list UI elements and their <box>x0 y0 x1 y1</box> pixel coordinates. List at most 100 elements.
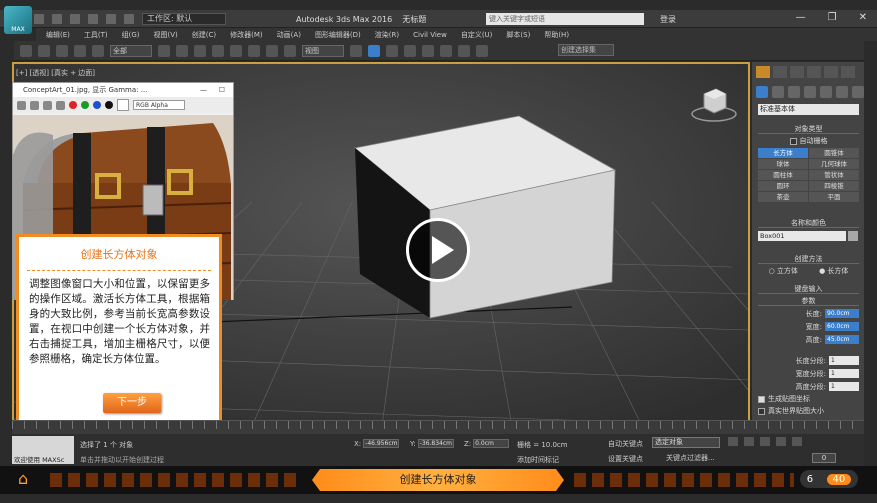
rect-selection-icon[interactable] <box>194 44 206 57</box>
object-name-input[interactable]: Box001 <box>758 231 846 241</box>
lights-icon[interactable] <box>788 86 800 98</box>
workspace-select[interactable]: 工作区: 默认 <box>142 13 226 25</box>
save-icon[interactable] <box>70 14 80 24</box>
percent-snap-icon[interactable] <box>440 44 452 57</box>
play-icon[interactable] <box>760 437 770 446</box>
creation-method-header[interactable]: 创建方法 <box>758 254 859 264</box>
open-file-icon[interactable] <box>52 14 62 24</box>
menu-create[interactable]: 创建(C) <box>192 30 216 40</box>
object-color-swatch[interactable] <box>848 231 858 241</box>
close-button[interactable]: ✕ <box>859 12 867 23</box>
next-step-button[interactable]: 下一步 <box>103 393 161 413</box>
gen-map-coords-checkbox[interactable]: 生成贴图坐标 <box>758 394 859 404</box>
z-input[interactable]: 0.0cm <box>473 439 510 448</box>
go-to-start-icon[interactable] <box>728 437 738 446</box>
parameters-header[interactable]: 参数 <box>758 296 859 306</box>
hierarchy-tab-icon[interactable] <box>790 66 804 78</box>
autogrid-checkbox[interactable]: 自动栅格 <box>758 136 859 146</box>
length-segs-input[interactable]: 1 <box>829 356 859 365</box>
window-crossing-icon[interactable] <box>212 44 224 57</box>
menu-group[interactable]: 组(G) <box>122 30 140 40</box>
go-to-end-icon[interactable] <box>792 437 802 446</box>
angle-snap-icon[interactable] <box>422 44 434 57</box>
name-color-header[interactable]: 名称和颜色 <box>758 218 859 228</box>
link-icon[interactable] <box>56 44 68 57</box>
pyramid-button[interactable]: 四棱锥 <box>809 181 859 191</box>
menu-scripting[interactable]: 脚本(S) <box>506 30 530 40</box>
blue-channel-icon[interactable] <box>93 101 101 109</box>
x-input[interactable]: -46.956cm <box>363 439 400 448</box>
channel-select[interactable]: RGB Alpha <box>133 100 185 110</box>
cone-button[interactable]: 圆锥体 <box>809 148 859 158</box>
reference-coord-select[interactable]: 视图 <box>302 44 344 57</box>
time-slider[interactable] <box>12 420 864 434</box>
place-icon[interactable] <box>284 44 296 57</box>
primitive-category-select[interactable]: 标准基本体 <box>758 104 859 115</box>
snaps-toggle-icon[interactable] <box>404 44 416 57</box>
plane-button[interactable]: 平面 <box>809 192 859 202</box>
alpha-channel-icon[interactable] <box>105 101 113 109</box>
green-channel-icon[interactable] <box>81 101 89 109</box>
new-file-icon[interactable] <box>34 14 44 24</box>
menu-tools[interactable]: 工具(T) <box>84 30 108 40</box>
undo-icon[interactable] <box>20 44 32 57</box>
cube-radio[interactable]: ○ 立方体 <box>769 266 798 276</box>
y-input[interactable]: -36.834cm <box>417 439 454 448</box>
keyboard-shortcut-icon[interactable] <box>386 44 398 57</box>
real-world-map-checkbox[interactable]: 真实世界贴图大小 <box>758 406 859 416</box>
motion-tab-icon[interactable] <box>807 66 821 78</box>
key-selection-select[interactable]: 选定对象 <box>652 437 720 448</box>
width-input[interactable]: 60.0cm <box>825 322 859 331</box>
move-icon[interactable] <box>230 44 242 57</box>
edit-named-sets-icon[interactable] <box>476 44 488 57</box>
utilities-tab-icon[interactable] <box>841 66 855 78</box>
red-channel-icon[interactable] <box>69 101 77 109</box>
next-frame-icon[interactable] <box>776 437 786 446</box>
real-world-check-icon[interactable] <box>758 407 765 415</box>
tube-button[interactable]: 管状体 <box>809 170 859 180</box>
current-frame-input[interactable]: 0 <box>812 453 836 463</box>
modify-tab-icon[interactable] <box>773 66 787 78</box>
gen-map-check-icon[interactable] <box>758 395 765 403</box>
spinner-snap-icon[interactable] <box>458 44 470 57</box>
redo-icon[interactable] <box>38 44 50 57</box>
autogrid-check-icon[interactable] <box>789 137 797 145</box>
width-segs-input[interactable]: 1 <box>829 369 859 378</box>
select-object-icon[interactable] <box>158 44 170 57</box>
height-segs-input[interactable]: 1 <box>829 382 859 391</box>
mono-icon[interactable] <box>117 99 129 111</box>
login-button[interactable]: 登录 <box>660 14 676 25</box>
bind-space-warp-icon[interactable] <box>92 44 104 57</box>
clear-icon[interactable] <box>56 100 65 110</box>
menu-animation[interactable]: 动画(A) <box>277 30 301 40</box>
keyboard-entry-header[interactable]: 键盘输入 <box>758 284 859 294</box>
project-folder-icon[interactable] <box>124 14 134 24</box>
restore-button[interactable]: ❐ <box>828 12 837 23</box>
height-input[interactable]: 45.0cm <box>825 335 859 344</box>
search-input[interactable]: 键入关键字或短语 <box>486 13 644 25</box>
menu-rendering[interactable]: 渲染(R) <box>375 30 399 40</box>
torus-button[interactable]: 圆环 <box>758 181 808 191</box>
menu-customize[interactable]: 自定义(U) <box>461 30 493 40</box>
length-input[interactable]: 90.0cm <box>825 309 859 318</box>
object-type-header[interactable]: 对象类型 <box>758 124 859 134</box>
unlink-icon[interactable] <box>74 44 86 57</box>
key-filters-button[interactable]: 关键点过滤器... <box>666 453 715 463</box>
box-button[interactable]: 长方体 <box>758 148 808 158</box>
display-tab-icon[interactable] <box>824 66 838 78</box>
helpers-icon[interactable] <box>820 86 832 98</box>
box-radio[interactable]: ● 长方体 <box>819 266 848 276</box>
play-video-button[interactable] <box>406 218 470 282</box>
menu-civil-view[interactable]: Civil View <box>413 31 447 39</box>
redo-icon[interactable] <box>106 14 116 24</box>
prev-frame-icon[interactable] <box>744 437 754 446</box>
menu-help[interactable]: 帮助(H) <box>544 30 569 40</box>
teapot-button[interactable]: 茶壶 <box>758 192 808 202</box>
menu-views[interactable]: 视图(V) <box>154 30 178 40</box>
home-icon[interactable]: ⌂ <box>18 470 38 488</box>
clone-icon[interactable] <box>43 100 52 110</box>
shapes-icon[interactable] <box>772 86 784 98</box>
undo-icon[interactable] <box>88 14 98 24</box>
image-viewer-minimize[interactable]: — <box>200 83 207 97</box>
set-key-label[interactable]: 设置关键点 <box>608 454 643 464</box>
